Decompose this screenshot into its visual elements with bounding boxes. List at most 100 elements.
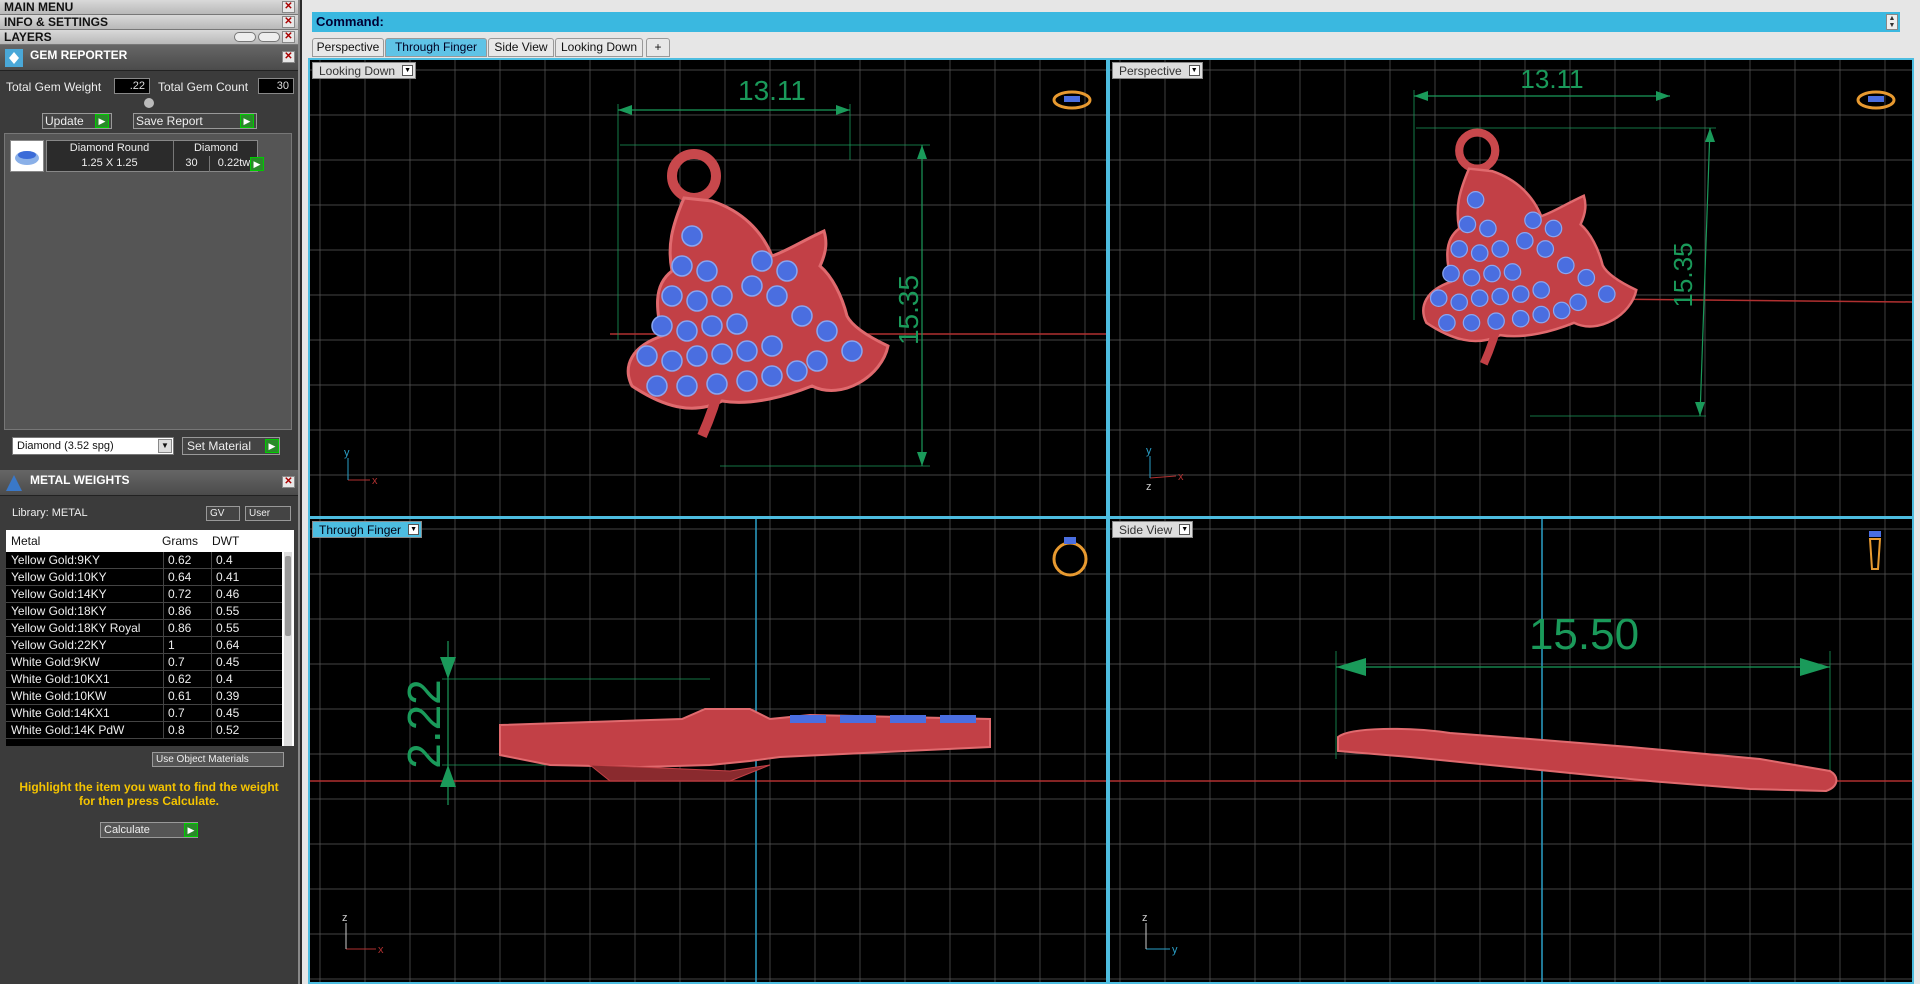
column-header-dwt: DWT (212, 534, 240, 548)
play-icon[interactable]: ▶ (240, 114, 254, 128)
gem-reporter-icon (5, 49, 23, 67)
cell-grams: 0.61 (163, 688, 213, 704)
scrollbar-thumb[interactable] (285, 556, 291, 636)
cell-grams: 0.72 (163, 586, 213, 602)
save-report-label: Save Report (136, 114, 203, 128)
close-icon[interactable]: ✕ (282, 1, 295, 13)
leaf-pendant-model (1422, 128, 1638, 366)
cell-metal: Yellow Gold:18KY Royal (11, 621, 141, 635)
view-tabs: Perspective Through Finger Side View Loo… (308, 36, 1908, 58)
metal-table-header: Metal Grams DWT (6, 530, 294, 552)
table-row[interactable]: Yellow Gold:9KY 0.62 0.4 (6, 552, 282, 569)
material-select[interactable]: Diamond (3.52 spg) ▼ (12, 437, 174, 455)
ring-preview-icon (1856, 90, 1896, 110)
cell-dwt: 0.4 (211, 671, 233, 687)
viewport-menu-side-view[interactable]: Side View ▼ (1112, 521, 1194, 538)
gem-type: Diamond (193, 142, 239, 154)
metal-table-body: Yellow Gold:9KY 0.62 0.4 Yellow Gold:10KY 0.… (6, 552, 282, 746)
cell-metal: White Gold:9KW (11, 655, 100, 669)
add-tab-icon[interactable]: + (646, 38, 670, 57)
metal-weights-icon (6, 475, 22, 491)
tab-side-view[interactable]: Side View (488, 38, 554, 57)
table-row[interactable]: White Gold:10KX1 0.62 0.4 (6, 671, 282, 688)
command-bar[interactable]: Command: ▲ ▼ (312, 12, 1900, 32)
set-material-label: Set Material (187, 439, 252, 453)
collapse-icon[interactable] (144, 98, 154, 108)
viewport-menu-looking-down[interactable]: Looking Down ▼ (312, 62, 417, 79)
through-finger-canvas: 2.22 x z (310, 519, 1106, 982)
ring-preview-icon (1052, 90, 1092, 110)
layers-header[interactable]: LAYERS ✕ (0, 30, 298, 45)
scrollbar[interactable] (284, 552, 292, 746)
table-row[interactable]: Yellow Gold:18KY 0.86 0.55 (6, 603, 282, 620)
play-icon[interactable]: ▶ (184, 823, 198, 837)
info-settings-label: INFO & SETTINGS (4, 15, 109, 29)
tab-perspective[interactable]: Perspective (312, 38, 384, 57)
table-row[interactable]: White Gold:14K PdW 0.8 0.52 (6, 722, 282, 739)
table-row[interactable]: White Gold:10KW 0.61 0.39 (6, 688, 282, 705)
visibility-icon[interactable] (234, 32, 256, 42)
library-label: Library: METAL (12, 507, 88, 519)
info-settings-header[interactable]: INFO & SETTINGS ✕ (0, 15, 298, 30)
update-label: Update (45, 114, 84, 128)
close-icon[interactable]: ✕ (282, 476, 295, 488)
ring-side-icon (1052, 537, 1088, 577)
cell-grams: 0.62 (163, 552, 213, 568)
user-button[interactable]: User (245, 506, 291, 521)
gem-size: 1.25 X 1.25 (46, 156, 174, 172)
gv-label: GV (210, 508, 225, 519)
height-dimension-label: 15.35 (893, 275, 924, 345)
cell-grams: 0.8 (163, 722, 213, 738)
save-report-button[interactable]: Save Report (133, 113, 257, 129)
spinner-icon[interactable]: ▲ ▼ (1886, 14, 1898, 30)
total-gem-weight-value: .22 (114, 78, 150, 94)
axis-x-label: x (372, 475, 378, 487)
table-row[interactable]: Yellow Gold:14KY 0.72 0.46 (6, 586, 282, 603)
tab-through-finger[interactable]: Through Finger (385, 38, 487, 57)
viewport-through-finger[interactable]: 2.22 x z Through Finger ▼ (310, 519, 1106, 982)
play-icon[interactable]: ▶ (250, 157, 264, 171)
table-row[interactable]: Yellow Gold:22KY 1 0.64 (6, 637, 282, 654)
close-icon[interactable]: ✕ (282, 16, 295, 28)
play-icon[interactable]: ▶ (95, 114, 109, 128)
viewport-menu-perspective[interactable]: Perspective ▼ (1112, 62, 1203, 79)
user-label: User (249, 508, 271, 519)
viewport-looking-down[interactable]: 13.11 15.35 x y Looking Down ▼ (310, 60, 1106, 516)
chevron-down-icon[interactable]: ▼ (408, 524, 420, 535)
main-menu-header[interactable]: MAIN MENU ✕ (0, 0, 298, 15)
chevron-down-icon[interactable]: ▼ (1179, 524, 1191, 535)
table-row[interactable]: White Gold:9KW 0.7 0.45 (6, 654, 282, 671)
metal-weights-header: METAL WEIGHTS ✕ (0, 470, 298, 496)
viewport-label: Through Finger (319, 523, 402, 537)
play-icon[interactable]: ▶ (265, 439, 279, 453)
tab-looking-down[interactable]: Looking Down (555, 38, 643, 57)
viewport-perspective[interactable]: 13.11 15.35 x y z Perspective ▼ (1110, 60, 1912, 516)
cell-dwt: 0.55 (211, 603, 239, 619)
eye-icon[interactable] (258, 32, 280, 42)
total-gem-count-value: 30 (258, 78, 294, 94)
table-row[interactable]: White Gold:14KX1 0.7 0.45 (6, 705, 282, 722)
use-object-materials-button[interactable]: Use Object Materials (152, 752, 284, 767)
chevron-down-icon[interactable]: ▼ (402, 65, 414, 76)
close-icon[interactable]: ✕ (282, 51, 295, 63)
gem-reporter-header: GEM REPORTER ✕ (0, 45, 298, 71)
main-menu-label: MAIN MENU (4, 0, 74, 14)
cell-dwt: 0.45 (211, 705, 239, 721)
left-panel: MAIN MENU ✕ INFO & SETTINGS ✕ LAYERS ✕ G… (0, 0, 300, 984)
gv-button[interactable]: GV (206, 506, 240, 521)
looking-down-canvas[interactable]: 13.11 15.35 x y (310, 60, 1106, 516)
axis-z-label: z (1142, 912, 1148, 924)
metal-table: Metal Grams DWT Yellow Gold:9KY 0.62 0.4 Ye… (6, 530, 294, 746)
chevron-down-icon[interactable]: ▼ (158, 439, 172, 453)
table-row[interactable]: Yellow Gold:18KY Royal 0.86 0.55 (6, 620, 282, 637)
viewport-side-view[interactable]: 15.50 y z Side View ▼ (1110, 519, 1912, 982)
gem-table[interactable]: Diamond Round Diamond 1.25 X 1.25 30 0.2… (10, 140, 266, 172)
chevron-down-icon[interactable]: ▼ (1188, 65, 1200, 76)
axis-y-label: y (1172, 944, 1178, 956)
material-select-value: Diamond (3.52 spg) (17, 440, 114, 452)
viewport-menu-through-finger[interactable]: Through Finger ▼ (312, 521, 423, 538)
table-row[interactable]: Yellow Gold:10KY 0.64 0.41 (6, 569, 282, 586)
close-icon[interactable]: ✕ (282, 31, 295, 43)
thickness-dimension-label: 2.22 (398, 679, 450, 769)
pendant-profile-model (499, 708, 991, 782)
